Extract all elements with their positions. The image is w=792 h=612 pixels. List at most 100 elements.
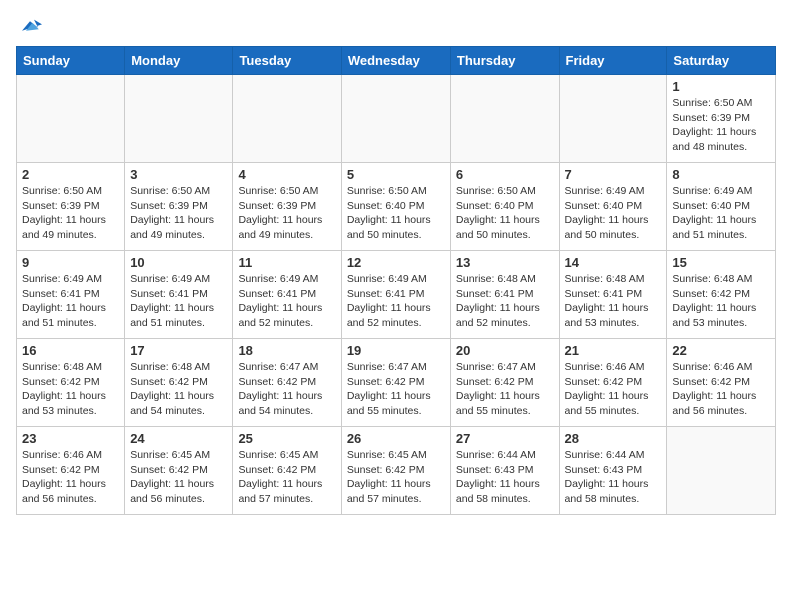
calendar-cell: 19Sunrise: 6:47 AM Sunset: 6:42 PM Dayli… [341, 339, 450, 427]
day-number: 4 [238, 167, 335, 182]
calendar-cell [667, 427, 776, 515]
day-info: Sunrise: 6:49 AM Sunset: 6:41 PM Dayligh… [130, 272, 227, 331]
calendar-cell: 6Sunrise: 6:50 AM Sunset: 6:40 PM Daylig… [450, 163, 559, 251]
day-number: 10 [130, 255, 227, 270]
calendar-cell: 22Sunrise: 6:46 AM Sunset: 6:42 PM Dayli… [667, 339, 776, 427]
calendar-cell: 17 Sunrise: 6:48 AM Sunset: 6:42 PM Dayli… [125, 339, 233, 427]
col-header-sunday: Sunday [17, 47, 125, 75]
calendar-cell: 8 Sunrise: 6:49 AM Sunset: 6:40 PM Daylig… [667, 163, 776, 251]
calendar-cell: 26 Sunrise: 6:45 AM Sunset: 6:42 PM Dayli… [341, 427, 450, 515]
calendar-cell: 2 Sunrise: 6:50 AM Sunset: 6:39 PM Daylig… [17, 163, 125, 251]
day-info: Sunrise: 6:48 AM Sunset: 6:41 PM Dayligh… [456, 272, 554, 331]
calendar-cell: 3 Sunrise: 6:50 AM Sunset: 6:39 PM Daylig… [125, 163, 233, 251]
day-number: 15 [672, 255, 770, 270]
day-number: 24 [130, 431, 227, 446]
calendar-cell: 23 Sunrise: 6:46 AM Sunset: 6:42 PM Dayli… [17, 427, 125, 515]
calendar-cell: 4 Sunrise: 6:50 AM Sunset: 6:39 PM Daylig… [233, 163, 341, 251]
day-info: Sunrise: 6:48 AM Sunset: 6:42 PM Dayligh… [130, 360, 227, 419]
calendar-cell [233, 75, 341, 163]
calendar-cell: 13 Sunrise: 6:48 AM Sunset: 6:41 PM Dayli… [450, 251, 559, 339]
calendar-cell: 27 Sunrise: 6:44 AM Sunset: 6:43 PM Dayli… [450, 427, 559, 515]
day-info: Sunrise: 6:50 AM Sunset: 6:39 PM Dayligh… [238, 184, 335, 243]
week-row-5: 23 Sunrise: 6:46 AM Sunset: 6:42 PM Dayli… [17, 427, 776, 515]
day-info: Sunrise: 6:49 AM Sunset: 6:41 PM Dayligh… [347, 272, 445, 331]
week-row-2: 2 Sunrise: 6:50 AM Sunset: 6:39 PM Daylig… [17, 163, 776, 251]
day-number: 28 [565, 431, 662, 446]
calendar-cell [125, 75, 233, 163]
day-info: Sunrise: 6:50 AM Sunset: 6:40 PM Dayligh… [347, 184, 445, 243]
day-number: 13 [456, 255, 554, 270]
day-info: Sunrise: 6:48 AM Sunset: 6:42 PM Dayligh… [672, 272, 770, 331]
calendar-header-row: SundayMondayTuesdayWednesdayThursdayFrid… [17, 47, 776, 75]
day-number: 23 [22, 431, 119, 446]
calendar-cell: 21 Sunrise: 6:46 AM Sunset: 6:42 PM Dayli… [559, 339, 667, 427]
col-header-tuesday: Tuesday [233, 47, 341, 75]
page-header [16, 16, 776, 36]
day-number: 2 [22, 167, 119, 182]
calendar-cell: 10 Sunrise: 6:49 AM Sunset: 6:41 PM Dayli… [125, 251, 233, 339]
day-info: Sunrise: 6:45 AM Sunset: 6:42 PM Dayligh… [238, 448, 335, 507]
day-number: 25 [238, 431, 335, 446]
day-number: 21 [565, 343, 662, 358]
day-number: 1 [672, 79, 770, 94]
day-info: Sunrise: 6:50 AM Sunset: 6:39 PM Dayligh… [22, 184, 119, 243]
day-info: Sunrise: 6:44 AM Sunset: 6:43 PM Dayligh… [565, 448, 662, 507]
calendar-cell: 1 Sunrise: 6:50 AM Sunset: 6:39 PM Daylig… [667, 75, 776, 163]
calendar-cell: 7 Sunrise: 6:49 AM Sunset: 6:40 PM Daylig… [559, 163, 667, 251]
calendar-cell: 16 Sunrise: 6:48 AM Sunset: 6:42 PM Dayli… [17, 339, 125, 427]
day-info: Sunrise: 6:45 AM Sunset: 6:42 PM Dayligh… [347, 448, 445, 507]
calendar-cell [450, 75, 559, 163]
day-number: 7 [565, 167, 662, 182]
calendar-cell [559, 75, 667, 163]
day-info: Sunrise: 6:45 AM Sunset: 6:42 PM Dayligh… [130, 448, 227, 507]
day-number: 16 [22, 343, 119, 358]
col-header-monday: Monday [125, 47, 233, 75]
calendar-cell: 5 Sunrise: 6:50 AM Sunset: 6:40 PM Daylig… [341, 163, 450, 251]
col-header-friday: Friday [559, 47, 667, 75]
day-number: 26 [347, 431, 445, 446]
day-number: 11 [238, 255, 335, 270]
day-info: Sunrise: 6:49 AM Sunset: 6:41 PM Dayligh… [238, 272, 335, 331]
day-number: 18 [238, 343, 335, 358]
day-info: Sunrise: 6:47 AM Sunset: 6:42 PM Dayligh… [456, 360, 554, 419]
logo-bird-icon [18, 16, 42, 36]
col-header-thursday: Thursday [450, 47, 559, 75]
day-number: 8 [672, 167, 770, 182]
logo [16, 16, 42, 36]
week-row-4: 16 Sunrise: 6:48 AM Sunset: 6:42 PM Dayli… [17, 339, 776, 427]
day-info: Sunrise: 6:46 AM Sunset: 6:42 PM Dayligh… [672, 360, 770, 419]
day-info: Sunrise: 6:47 AM Sunset: 6:42 PM Dayligh… [238, 360, 335, 419]
day-info: Sunrise: 6:50 AM Sunset: 6:40 PM Dayligh… [456, 184, 554, 243]
calendar-cell: 15 Sunrise: 6:48 AM Sunset: 6:42 PM Dayli… [667, 251, 776, 339]
calendar-cell: 25 Sunrise: 6:45 AM Sunset: 6:42 PM Dayli… [233, 427, 341, 515]
day-number: 17 [130, 343, 227, 358]
day-number: 14 [565, 255, 662, 270]
day-number: 12 [347, 255, 445, 270]
day-info: Sunrise: 6:46 AM Sunset: 6:42 PM Dayligh… [22, 448, 119, 507]
day-info: Sunrise: 6:49 AM Sunset: 6:40 PM Dayligh… [565, 184, 662, 243]
col-header-saturday: Saturday [667, 47, 776, 75]
calendar-table: SundayMondayTuesdayWednesdayThursdayFrid… [16, 46, 776, 515]
calendar-cell: 12 Sunrise: 6:49 AM Sunset: 6:41 PM Dayli… [341, 251, 450, 339]
week-row-3: 9 Sunrise: 6:49 AM Sunset: 6:41 PM Daylig… [17, 251, 776, 339]
day-info: Sunrise: 6:44 AM Sunset: 6:43 PM Dayligh… [456, 448, 554, 507]
day-info: Sunrise: 6:50 AM Sunset: 6:39 PM Dayligh… [672, 96, 770, 155]
calendar-cell [17, 75, 125, 163]
calendar-cell: 11 Sunrise: 6:49 AM Sunset: 6:41 PM Dayli… [233, 251, 341, 339]
day-info: Sunrise: 6:50 AM Sunset: 6:39 PM Dayligh… [130, 184, 227, 243]
day-info: Sunrise: 6:48 AM Sunset: 6:42 PM Dayligh… [22, 360, 119, 419]
day-number: 5 [347, 167, 445, 182]
day-number: 9 [22, 255, 119, 270]
calendar-cell: 20Sunrise: 6:47 AM Sunset: 6:42 PM Dayli… [450, 339, 559, 427]
col-header-wednesday: Wednesday [341, 47, 450, 75]
day-info: Sunrise: 6:49 AM Sunset: 6:40 PM Dayligh… [672, 184, 770, 243]
calendar-cell: 18 Sunrise: 6:47 AM Sunset: 6:42 PM Dayli… [233, 339, 341, 427]
day-info: Sunrise: 6:46 AM Sunset: 6:42 PM Dayligh… [565, 360, 662, 419]
day-number: 27 [456, 431, 554, 446]
week-row-1: 1 Sunrise: 6:50 AM Sunset: 6:39 PM Daylig… [17, 75, 776, 163]
calendar-cell: 14Sunrise: 6:48 AM Sunset: 6:41 PM Dayli… [559, 251, 667, 339]
calendar-cell: 28 Sunrise: 6:44 AM Sunset: 6:43 PM Dayli… [559, 427, 667, 515]
calendar-cell: 9 Sunrise: 6:49 AM Sunset: 6:41 PM Daylig… [17, 251, 125, 339]
day-info: Sunrise: 6:49 AM Sunset: 6:41 PM Dayligh… [22, 272, 119, 331]
day-number: 3 [130, 167, 227, 182]
